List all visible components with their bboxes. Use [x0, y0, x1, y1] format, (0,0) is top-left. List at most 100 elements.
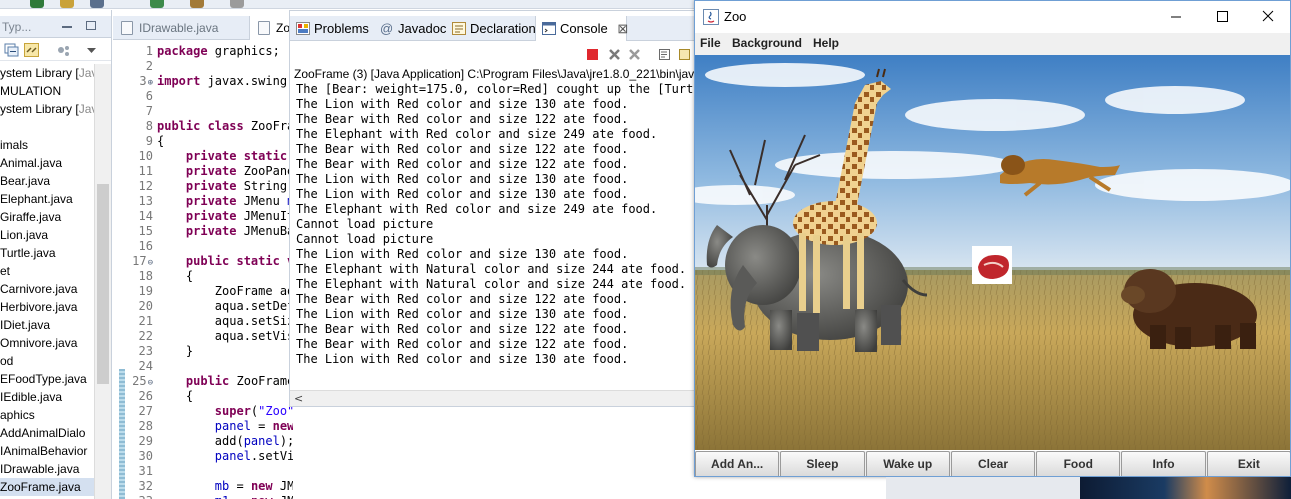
tree-item[interactable]: Carnivore.java	[0, 280, 95, 298]
window-title: Zoo	[724, 9, 747, 24]
console-line: The Bear with Red color and size 122 ate…	[296, 157, 629, 171]
minimize-window-icon[interactable]	[1153, 1, 1199, 33]
menu-help[interactable]: Help	[813, 36, 839, 50]
console-view: Problems @ Javadoc Declaration Console ⊠…	[289, 10, 695, 407]
tree-item[interactable]: Omnivore.java	[0, 334, 95, 352]
info-button[interactable]: Info	[1121, 451, 1206, 476]
maximize-icon[interactable]	[86, 21, 96, 30]
fold-toggle-icon[interactable]: ⊖	[148, 258, 153, 268]
close-window-icon[interactable]	[1245, 1, 1291, 33]
line-number: 8	[127, 119, 153, 134]
clear-console-icon[interactable]	[658, 48, 671, 61]
tree-item[interactable]: Turtle.java	[0, 244, 95, 262]
remove-launch-icon[interactable]	[608, 48, 621, 61]
tab-zooframe[interactable]: Zoo	[249, 16, 293, 40]
collapse-all-icon[interactable]	[4, 43, 19, 57]
tree-item[interactable]: Herbivore.java	[0, 298, 95, 316]
nav-icon[interactable]	[230, 0, 244, 8]
console-line: The Bear with Red color and size 122 ate…	[296, 142, 629, 156]
tree-item[interactable]: Lion.java	[0, 226, 95, 244]
link-with-editor-icon[interactable]	[24, 43, 39, 57]
scrollbar-thumb[interactable]	[97, 184, 109, 384]
maximize-window-icon[interactable]	[1199, 1, 1245, 33]
tree-item[interactable]: IEdible.java	[0, 388, 95, 406]
code-text: private ZooPanel	[185, 164, 293, 178]
fold-toggle-icon[interactable]: ⊕	[148, 78, 153, 88]
tree-item[interactable]: od	[0, 352, 95, 370]
tree-item-label: IAnimalBehavior	[0, 444, 88, 458]
add-animal-button[interactable]: Add An...	[695, 451, 780, 476]
tree-item[interactable]: et	[0, 262, 95, 280]
tree-item[interactable]: IAnimalBehavior	[0, 442, 95, 460]
debug-icon[interactable]	[60, 0, 74, 8]
tab-idrawable[interactable]: IDrawable.java	[113, 16, 253, 40]
tree-item[interactable]: Elephant.java	[0, 190, 95, 208]
menu-file[interactable]: File	[700, 36, 721, 50]
vertical-scrollbar[interactable]	[94, 64, 111, 499]
tree-item[interactable]: AddAnimalDialo	[0, 424, 95, 442]
tree-item-label: IDrawable.java	[0, 462, 80, 476]
tree-item[interactable]: Animal.java	[0, 154, 95, 172]
console-line: The Bear with Red color and size 122 ate…	[296, 112, 629, 126]
console-output[interactable]: The [Bear: weight=175.0, color=Red] coug…	[296, 82, 694, 367]
terminate-icon[interactable]	[586, 48, 599, 61]
tab-console[interactable]: Console ⊠	[535, 16, 628, 41]
focus-icon[interactable]	[56, 43, 71, 57]
search-icon[interactable]	[90, 0, 104, 8]
food-button[interactable]: Food	[1036, 451, 1121, 476]
zoo-panel[interactable]	[695, 55, 1290, 450]
close-icon[interactable]: ⊠	[617, 21, 628, 36]
line-number: 32	[127, 479, 153, 494]
scroll-left-arrow[interactable]: <	[294, 391, 303, 406]
wake-up-button[interactable]: Wake up	[865, 451, 950, 476]
run-icon[interactable]	[30, 0, 44, 8]
horizontal-scrollbar[interactable]: <	[290, 390, 694, 406]
tree-item[interactable]: EFoodType.java	[0, 370, 95, 388]
code-text: {	[157, 134, 165, 148]
tree-item[interactable]	[0, 118, 95, 136]
code-text: private static f	[185, 149, 293, 163]
remove-all-icon[interactable]	[628, 48, 641, 61]
tree-item[interactable]: ystem Library [Jav	[0, 100, 97, 118]
tree-item-label: IDiet.java	[0, 318, 51, 332]
line-number: 22	[127, 329, 153, 344]
code-text: super("Zoo");	[214, 404, 293, 418]
code-area[interactable]: 1 package graphics; 2 3⊕ import javax.swing.…	[113, 44, 293, 499]
tree-item[interactable]: Giraffe.java	[0, 208, 95, 226]
menu-background[interactable]: Background	[732, 36, 802, 50]
view-menu-icon[interactable]	[84, 43, 99, 57]
minimize-icon[interactable]	[62, 26, 72, 28]
line-number: 15	[127, 224, 153, 239]
line-number-text: 24	[138, 359, 153, 373]
run-last-icon[interactable]	[150, 0, 164, 8]
clear-button[interactable]: Clear	[950, 451, 1036, 476]
tree-item-label: Omnivore.java	[0, 336, 78, 350]
tree-item[interactable]: Bear.java	[0, 172, 95, 190]
external-tools-icon[interactable]	[190, 0, 204, 8]
tab-problems[interactable]: Problems	[290, 16, 374, 41]
tree-item[interactable]: imals	[0, 136, 95, 154]
tree-item[interactable]: IDiet.java	[0, 316, 95, 334]
tab-javadoc[interactable]: @ Javadoc	[374, 16, 446, 41]
tree-item[interactable]: IDrawable.java	[0, 460, 95, 478]
scroll-lock-icon[interactable]	[678, 48, 691, 61]
sleep-button[interactable]: Sleep	[780, 451, 865, 476]
tree-item-label: Animal.java	[0, 156, 63, 170]
tree-item-label: Elephant.java	[0, 192, 73, 206]
tree-item[interactable]: ystem Library [Jav	[0, 64, 97, 82]
menu-bar: File Background Help	[695, 33, 1290, 55]
package-explorer-tab[interactable]: Typ...	[0, 16, 111, 38]
wallpaper-photo	[1080, 477, 1291, 499]
window-titlebar[interactable]: Zoo	[695, 1, 1291, 33]
tab-declaration[interactable]: Declaration	[446, 16, 536, 41]
exit-button[interactable]: Exit	[1206, 451, 1290, 476]
tree-item[interactable]: ZooFrame.java	[0, 478, 95, 496]
java-app-icon	[703, 9, 719, 25]
fold-toggle-icon[interactable]: ⊖	[148, 378, 153, 388]
line-number: 1	[127, 44, 153, 59]
tree-item[interactable]: MULATION	[0, 82, 95, 100]
line-number: 11	[127, 164, 153, 179]
tree-item[interactable]: aphics	[0, 406, 95, 424]
line-number-text: 18	[138, 269, 153, 283]
console-view-tabs: Problems @ Javadoc Declaration Console ⊠	[290, 16, 694, 41]
